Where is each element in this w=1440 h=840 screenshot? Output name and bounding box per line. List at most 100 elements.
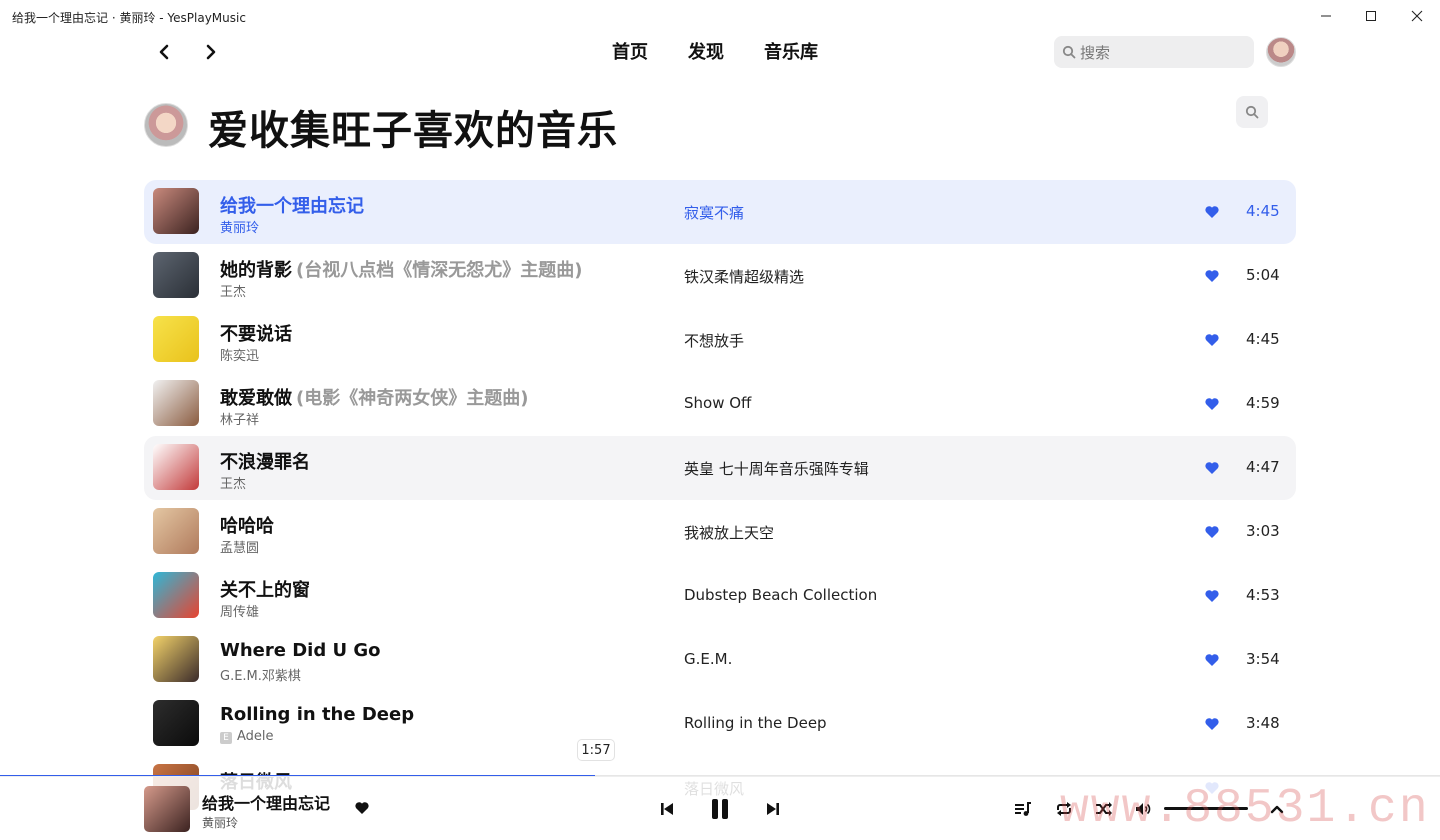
track-album[interactable]: G.E.M.	[684, 650, 732, 668]
track-cover[interactable]	[153, 700, 199, 746]
track-artist[interactable]: G.E.M.邓紫棋	[220, 665, 301, 684]
track-artist-text: 王杰	[220, 285, 247, 300]
track-cover[interactable]	[153, 636, 199, 682]
track-like-button[interactable]	[1204, 588, 1220, 604]
track-row[interactable]: 不浪漫罪名王杰 英皇 七十周年音乐强阵专辑 4:47	[144, 436, 1296, 500]
track-row[interactable]: 哈哈哈孟慧圆 我被放上天空 3:03	[144, 500, 1296, 564]
track-like-button[interactable]	[1204, 460, 1220, 476]
track-cover[interactable]	[153, 380, 199, 426]
track-artist[interactable]: 林子祥	[220, 409, 259, 428]
track-artist-text: 王杰	[220, 477, 247, 492]
track-artist-text: 周传雄	[220, 605, 260, 620]
track-artist[interactable]: 王杰	[220, 281, 246, 300]
track-cover[interactable]	[153, 572, 199, 618]
track-artist[interactable]: 王杰	[220, 473, 246, 492]
track-title[interactable]: Where Did U Go	[220, 640, 381, 661]
track-subtitle: (台视八点档《情深无怨尤》主题曲)	[296, 260, 583, 281]
track-artist[interactable]: 黄丽玲	[220, 217, 259, 236]
track-like-button[interactable]	[1204, 716, 1220, 732]
skip-previous-icon	[661, 803, 673, 815]
repeat-button[interactable]	[1053, 798, 1075, 820]
volume-button[interactable]	[1133, 798, 1155, 820]
heart-icon	[1205, 526, 1219, 538]
track-album[interactable]: 铁汉柔情超级精选	[684, 266, 804, 287]
nav-discover[interactable]: 发现	[688, 42, 724, 64]
pause-button[interactable]	[705, 795, 735, 823]
expand-lyrics-button[interactable]	[1266, 798, 1288, 820]
nav-library[interactable]: 音乐库	[764, 42, 818, 64]
page-title: 爱收集旺子喜欢的音乐	[208, 108, 618, 154]
track-album[interactable]: Dubstep Beach Collection	[684, 586, 877, 604]
track-artist-text: 孟慧圆	[220, 541, 260, 556]
like-button[interactable]	[354, 800, 370, 816]
search-icon	[1245, 105, 1259, 119]
track-cover[interactable]	[153, 316, 199, 362]
playlist-search-button[interactable]	[1236, 96, 1268, 128]
track-row[interactable]: 给我一个理由忘记 黄丽玲 寂寞不痛 4:45	[144, 180, 1296, 244]
user-avatar[interactable]	[1266, 37, 1296, 67]
track-like-button[interactable]	[1204, 524, 1220, 540]
track-row[interactable]: 敢爱敢做 (电影《神奇两女侠》主题曲) 林子祥 Show Off 4:59	[144, 372, 1296, 436]
minimize-button[interactable]	[1303, 0, 1349, 32]
maximize-button[interactable]	[1348, 0, 1394, 32]
track-like-button[interactable]	[1204, 268, 1220, 284]
track-title[interactable]: 给我一个理由忘记	[220, 192, 364, 218]
track-cover[interactable]	[153, 188, 199, 234]
track-artist[interactable]: 孟慧圆	[220, 537, 259, 556]
track-album[interactable]: 寂寞不痛	[684, 202, 744, 223]
track-cover[interactable]	[153, 252, 199, 298]
queue-icon	[1015, 802, 1031, 816]
track-title[interactable]: Rolling in the Deep	[220, 704, 414, 725]
track-cover[interactable]	[153, 444, 199, 490]
forward-button[interactable]	[197, 38, 225, 66]
now-playing-cover[interactable]	[144, 786, 190, 832]
track-artist[interactable]: 陈奕迅	[220, 345, 259, 364]
playlist-queue-button[interactable]	[1012, 798, 1034, 820]
track-like-button[interactable]	[1204, 396, 1220, 412]
track-artist[interactable]: 周传雄	[220, 601, 259, 620]
track-row[interactable]: Rolling in the Deep E Adele Rolling in the …	[144, 692, 1296, 756]
track-duration: 3:03	[1246, 522, 1280, 540]
track-duration: 4:47	[1246, 458, 1280, 476]
track-artist[interactable]: E Adele	[220, 729, 274, 744]
next-button[interactable]	[762, 798, 784, 820]
track-title[interactable]: 敢爱敢做 (电影《神奇两女侠》主题曲)	[220, 384, 528, 410]
track-album[interactable]: 不想放手	[684, 330, 744, 351]
search-input[interactable]: 搜索	[1054, 36, 1254, 68]
track-title[interactable]: 不要说话	[220, 320, 292, 346]
now-playing-artist[interactable]: 黄丽玲	[202, 814, 238, 831]
volume-icon	[1136, 803, 1151, 815]
track-title[interactable]: 关不上的窗	[220, 576, 310, 602]
track-artist-text: 陈奕迅	[220, 349, 260, 364]
nav-home[interactable]: 首页	[612, 42, 648, 64]
track-album[interactable]: Rolling in the Deep	[684, 714, 827, 732]
track-album[interactable]: Show Off	[684, 394, 751, 412]
track-title-text: Where Did U Go	[220, 640, 381, 661]
track-title[interactable]: 哈哈哈	[220, 512, 274, 538]
track-like-button[interactable]	[1204, 332, 1220, 348]
track-cover[interactable]	[153, 508, 199, 554]
track-row[interactable]: Where Did U Go G.E.M.邓紫棋 G.E.M. 3:54	[144, 628, 1296, 692]
now-playing-title[interactable]: 给我一个理由忘记	[202, 790, 330, 814]
back-button[interactable]	[150, 38, 178, 66]
shuffle-button[interactable]	[1093, 798, 1115, 820]
track-row[interactable]: 不要说话 陈奕迅 不想放手 4:45	[144, 308, 1296, 372]
track-album[interactable]: 我被放上天空	[684, 522, 774, 543]
previous-button[interactable]	[656, 798, 678, 820]
progress-time-tooltip: 1:57	[577, 739, 615, 761]
track-title[interactable]: 她的背影 (台视八点档《情深无怨尤》主题曲)	[220, 256, 582, 282]
heart-icon	[1205, 654, 1219, 666]
heart-icon	[1205, 590, 1219, 602]
heart-icon	[1205, 206, 1219, 218]
track-album[interactable]: 英皇 七十周年音乐强阵专辑	[684, 458, 869, 479]
maximize-icon	[1366, 11, 1376, 21]
track-like-button[interactable]	[1204, 204, 1220, 220]
track-row[interactable]: 她的背影 (台视八点档《情深无怨尤》主题曲) 王杰 铁汉柔情超级精选 5:04	[144, 244, 1296, 308]
volume-slider[interactable]	[1164, 807, 1248, 810]
track-duration: 3:48	[1246, 714, 1280, 732]
track-like-button[interactable]	[1204, 652, 1220, 668]
track-row[interactable]: 关不上的窗 周传雄 Dubstep Beach Collection 4:53	[144, 564, 1296, 628]
track-title-text: 不浪漫罪名	[220, 452, 310, 473]
close-button[interactable]	[1394, 0, 1440, 32]
track-title[interactable]: 不浪漫罪名	[220, 448, 310, 474]
